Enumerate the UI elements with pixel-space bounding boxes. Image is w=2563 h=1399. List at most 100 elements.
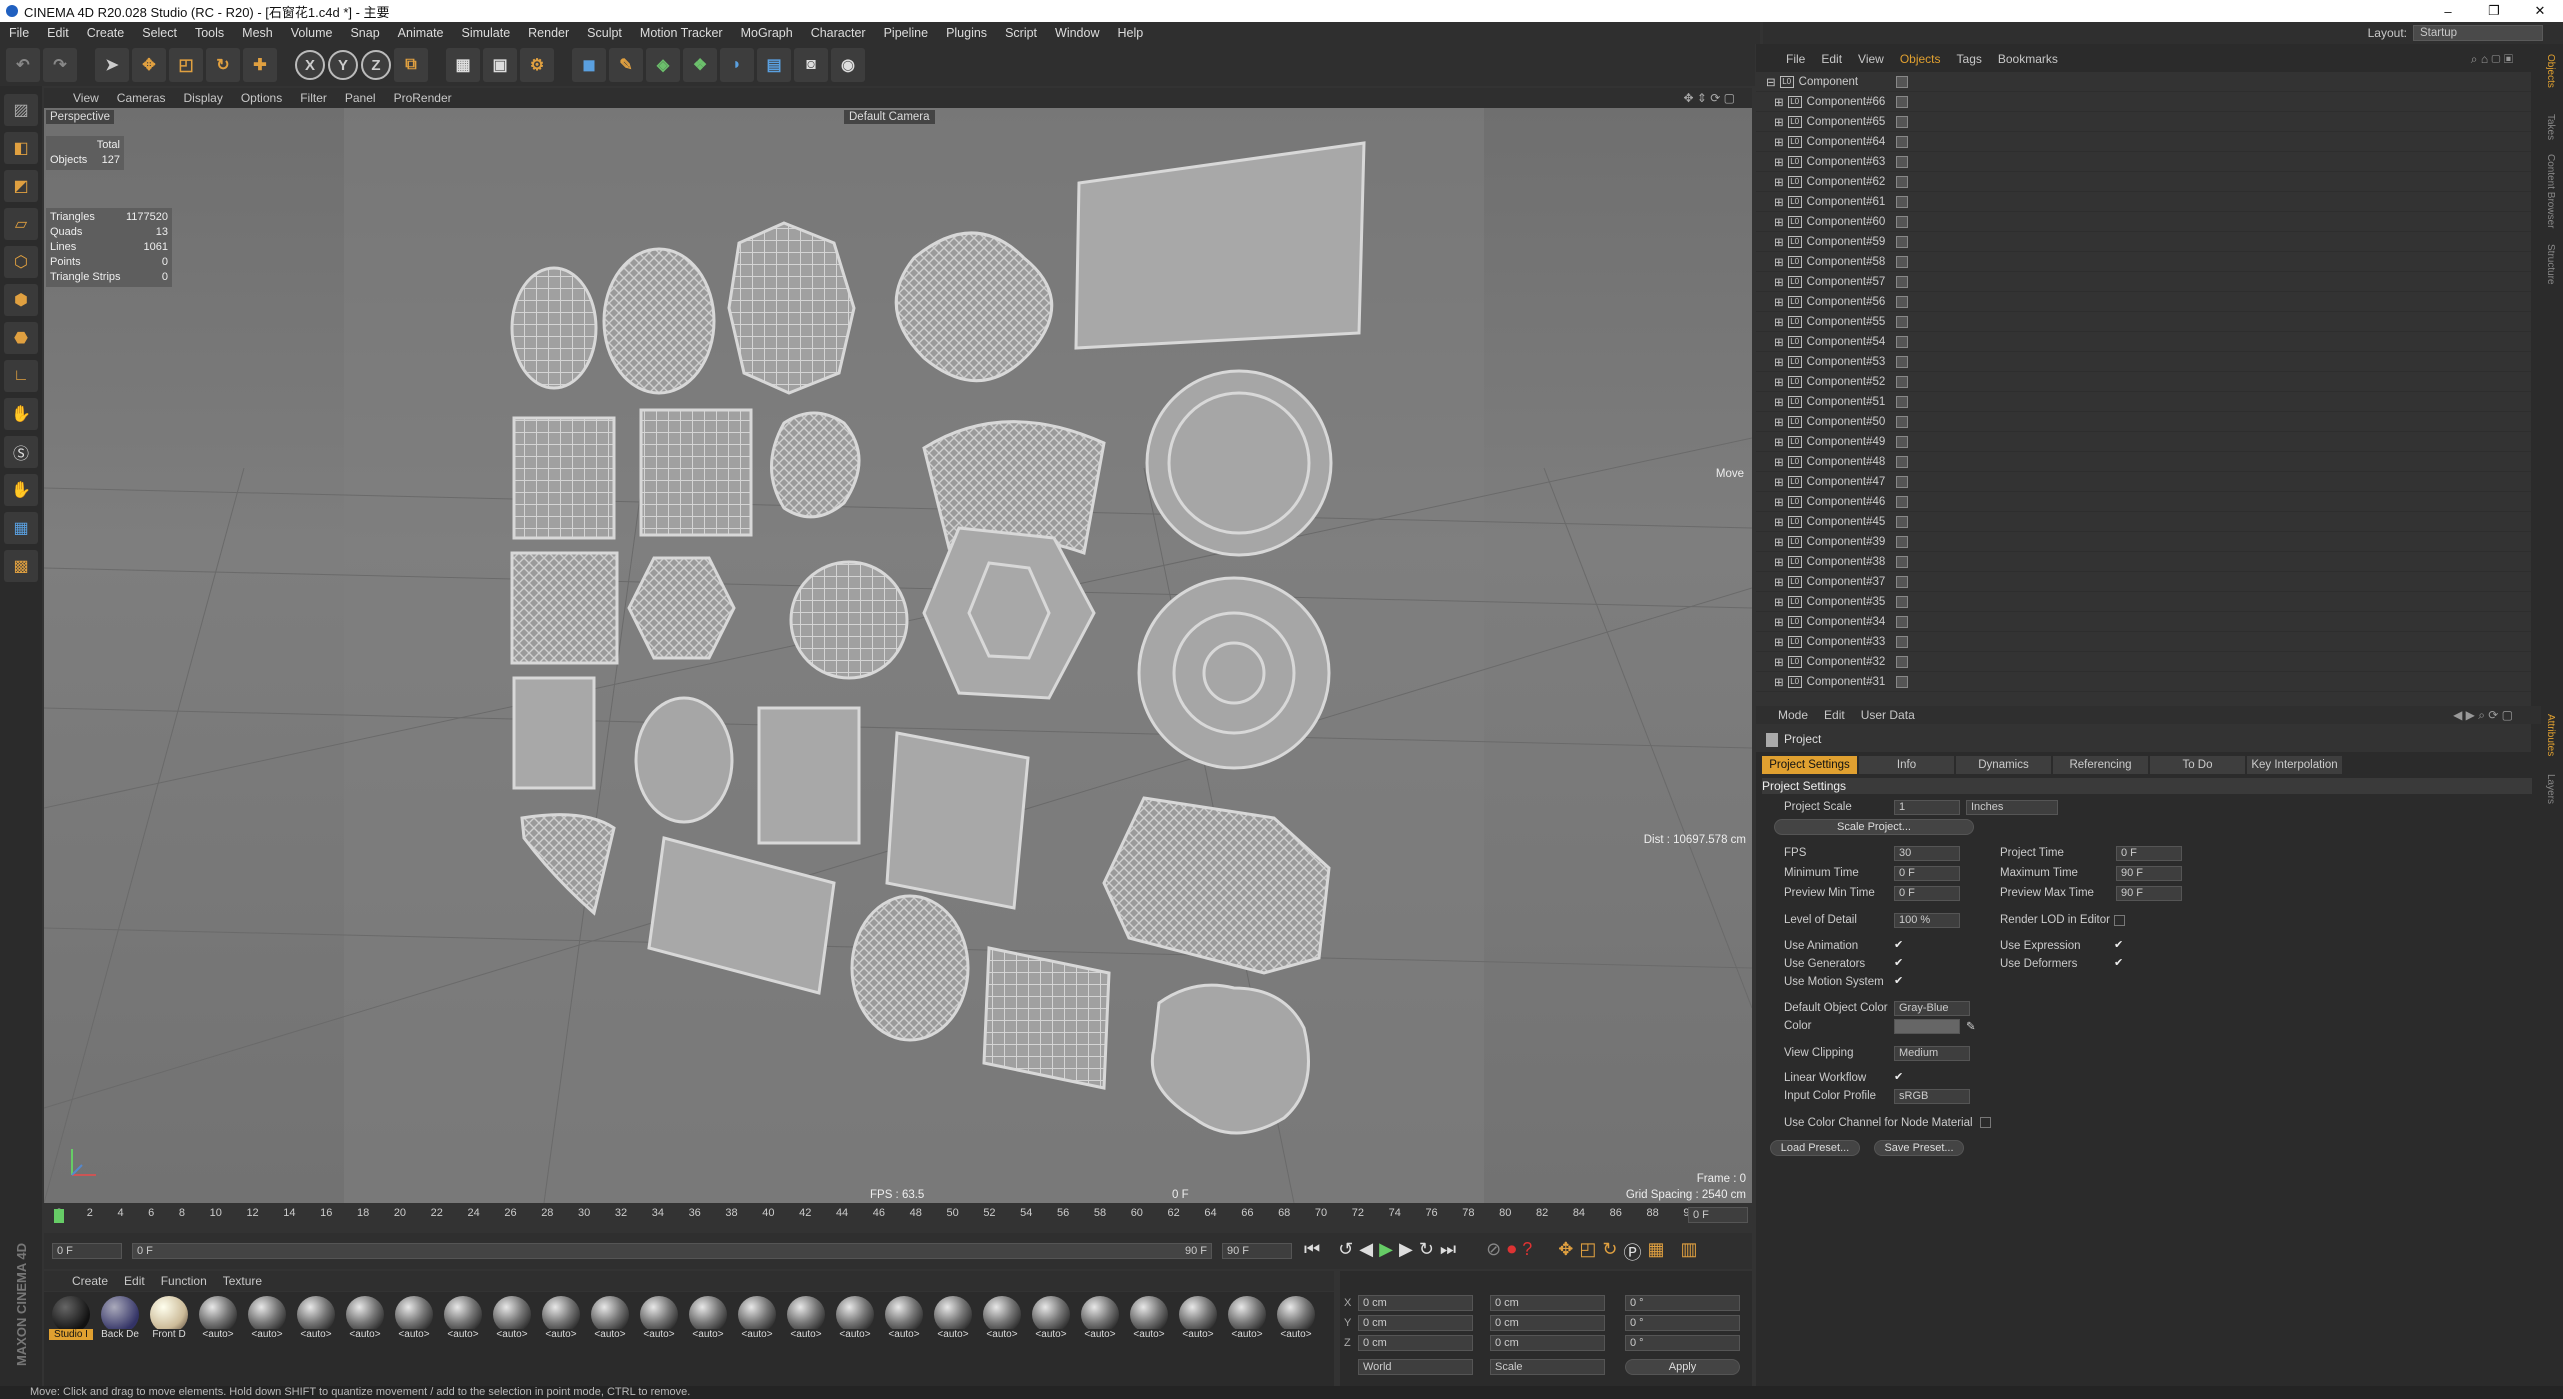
rotate-tool-icon[interactable]: ↻ bbox=[206, 48, 240, 82]
menu-create[interactable]: Create bbox=[78, 26, 134, 40]
maximize-button[interactable]: ❐ bbox=[2471, 0, 2517, 22]
pos-y-field[interactable]: 0 cm bbox=[1358, 1315, 1473, 1331]
visibility-checkbox[interactable] bbox=[1896, 435, 1908, 448]
visibility-checkbox[interactable] bbox=[1896, 295, 1908, 308]
side-tab-structure[interactable]: Structure bbox=[2545, 244, 2556, 285]
camera-icon[interactable]: ◙ bbox=[794, 48, 828, 82]
solo-icon[interactable]: ▩ bbox=[4, 550, 38, 582]
obj-menu-objects[interactable]: Objects bbox=[1892, 52, 1949, 66]
expand-icon[interactable]: ⊞ bbox=[1774, 235, 1784, 249]
pen-spline-icon[interactable]: ✎ bbox=[609, 48, 643, 82]
polygons-mode-icon[interactable]: ⬣ bbox=[4, 322, 38, 354]
timeline-layout-icon[interactable]: ▥ bbox=[1680, 1239, 1697, 1265]
rot-h-field[interactable]: 0 ° bbox=[1625, 1295, 1740, 1311]
list-item[interactable]: ⊞ L0 Component#37 bbox=[1756, 572, 2531, 592]
material-swatch[interactable]: <auto> bbox=[930, 1296, 976, 1340]
lock-workplane-icon[interactable]: ✋ bbox=[4, 474, 38, 506]
list-item[interactable]: ⊞ L0 Component#54 bbox=[1756, 332, 2531, 352]
list-item[interactable]: ⊞ L0 Component#50 bbox=[1756, 412, 2531, 432]
expand-icon[interactable]: ⊞ bbox=[1774, 295, 1784, 309]
expand-icon[interactable]: ⊞ bbox=[1774, 595, 1784, 609]
list-item[interactable]: ⊞ L0 Component#33 bbox=[1756, 632, 2531, 652]
material-swatch[interactable]: <auto> bbox=[391, 1296, 437, 1340]
expand-icon[interactable]: ⊞ bbox=[1774, 415, 1784, 429]
obj-menu-edit[interactable]: Edit bbox=[1813, 52, 1850, 66]
visibility-checkbox[interactable] bbox=[1896, 495, 1908, 508]
expand-icon[interactable]: ⊞ bbox=[1774, 435, 1784, 449]
deformer-icon[interactable]: ◗ bbox=[720, 48, 754, 82]
color-swatch[interactable] bbox=[1894, 1019, 1960, 1034]
cube-icon[interactable]: ◼ bbox=[572, 48, 606, 82]
menu-pipeline[interactable]: Pipeline bbox=[875, 26, 937, 40]
obj-menu-bookmarks[interactable]: Bookmarks bbox=[1990, 52, 2066, 66]
list-item[interactable]: ⊞ L0 Component#55 bbox=[1756, 312, 2531, 332]
scale-project-button[interactable]: Scale Project... bbox=[1774, 819, 1974, 835]
next-frame-icon[interactable]: ▶ bbox=[1399, 1239, 1413, 1265]
list-item[interactable]: ⊞ L0 Component#52 bbox=[1756, 372, 2531, 392]
menu-character[interactable]: Character bbox=[802, 26, 875, 40]
list-item[interactable]: ⊞ L0 Component#64 bbox=[1756, 132, 2531, 152]
node-color-checkbox[interactable] bbox=[1980, 1117, 1991, 1128]
make-editable-icon[interactable]: ▨ bbox=[4, 94, 38, 126]
scale-dropdown[interactable]: Scale bbox=[1490, 1359, 1605, 1375]
visibility-checkbox[interactable] bbox=[1896, 155, 1908, 168]
use-expression-checkbox[interactable]: ✔ bbox=[2114, 940, 2125, 951]
vp-menu-options[interactable]: Options bbox=[232, 91, 291, 105]
visibility-checkbox[interactable] bbox=[1896, 315, 1908, 328]
expand-icon[interactable]: ⊞ bbox=[1774, 615, 1784, 629]
move-tool-icon[interactable]: ✥ bbox=[132, 48, 166, 82]
list-item[interactable]: ⊞ L0 Component#34 bbox=[1756, 612, 2531, 632]
expand-icon[interactable]: ⊞ bbox=[1774, 115, 1784, 129]
material-swatch[interactable]: <auto> bbox=[587, 1296, 633, 1340]
planar-workplane-icon[interactable]: ▦ bbox=[4, 512, 38, 544]
menu-volume[interactable]: Volume bbox=[282, 26, 342, 40]
floor-icon[interactable]: ▤ bbox=[757, 48, 791, 82]
expand-icon[interactable]: ⊞ bbox=[1774, 135, 1784, 149]
menu-render[interactable]: Render bbox=[519, 26, 578, 40]
points-mode-icon[interactable]: ⬡ bbox=[4, 246, 38, 278]
material-swatch[interactable]: <auto> bbox=[1175, 1296, 1221, 1340]
record-icon[interactable]: ⊘ bbox=[1486, 1239, 1501, 1265]
expand-icon[interactable]: ⊞ bbox=[1774, 555, 1784, 569]
list-item[interactable]: ⊞ L0 Component#38 bbox=[1756, 552, 2531, 572]
side-tab-takes[interactable]: Takes bbox=[2545, 114, 2556, 140]
attr-menu-userdata[interactable]: User Data bbox=[1853, 708, 1923, 722]
expand-icon[interactable]: ⊞ bbox=[1774, 215, 1784, 229]
render-settings-icon[interactable]: ⚙ bbox=[520, 48, 554, 82]
vp-menu-display[interactable]: Display bbox=[174, 91, 231, 105]
obj-menu-tags[interactable]: Tags bbox=[1949, 52, 1990, 66]
material-swatch[interactable]: <auto> bbox=[881, 1296, 927, 1340]
material-swatch[interactable]: <auto> bbox=[734, 1296, 780, 1340]
add-tool-icon[interactable]: ✚ bbox=[243, 48, 277, 82]
y-axis-icon[interactable]: Y bbox=[328, 50, 358, 80]
workplane-mode-icon[interactable]: ▱ bbox=[4, 208, 38, 240]
x-axis-icon[interactable]: X bbox=[295, 50, 325, 80]
expand-icon[interactable]: ⊞ bbox=[1774, 395, 1784, 409]
expand-icon[interactable]: ⊞ bbox=[1774, 315, 1784, 329]
prev-key-icon[interactable]: ↺ bbox=[1338, 1239, 1353, 1265]
material-swatch[interactable]: <auto> bbox=[1224, 1296, 1270, 1340]
color-picker-icon[interactable]: ✎ bbox=[1966, 1019, 1976, 1033]
menu-edit[interactable]: Edit bbox=[38, 26, 78, 40]
expand-icon[interactable]: ⊞ bbox=[1774, 255, 1784, 269]
select-arrow-icon[interactable]: ➤ bbox=[95, 48, 129, 82]
vp-menu-prorender[interactable]: ProRender bbox=[385, 91, 461, 105]
layout-dropdown[interactable]: Startup bbox=[2413, 25, 2543, 41]
expand-icon[interactable]: ⊞ bbox=[1774, 475, 1784, 489]
list-item[interactable]: ⊞ L0 Component#47 bbox=[1756, 472, 2531, 492]
tab-project-settings[interactable]: Project Settings bbox=[1762, 756, 1857, 774]
obj-manager-tools-icon[interactable]: ⌕ ⌂ ▢ ▣ bbox=[2463, 52, 2521, 67]
tab-key-interpolation[interactable]: Key Interpolation bbox=[2247, 756, 2342, 774]
play-icon[interactable]: ▶ bbox=[1379, 1239, 1393, 1265]
tweak-mode-icon[interactable]: ✋ bbox=[4, 398, 38, 430]
redo-icon[interactable]: ↷ bbox=[43, 48, 77, 82]
menu-script[interactable]: Script bbox=[996, 26, 1046, 40]
use-deformers-checkbox[interactable]: ✔ bbox=[2114, 958, 2125, 969]
expand-icon[interactable]: ⊞ bbox=[1774, 155, 1784, 169]
preview-min-field[interactable]: 0 F bbox=[1894, 886, 1960, 901]
expand-icon[interactable]: ⊞ bbox=[1774, 635, 1784, 649]
size-z-field[interactable]: 0 cm bbox=[1490, 1335, 1605, 1351]
view-clipping-dropdown[interactable]: Medium bbox=[1894, 1046, 1970, 1061]
linear-workflow-checkbox[interactable]: ✔ bbox=[1894, 1072, 1905, 1083]
list-item[interactable]: ⊞ L0 Component#61 bbox=[1756, 192, 2531, 212]
